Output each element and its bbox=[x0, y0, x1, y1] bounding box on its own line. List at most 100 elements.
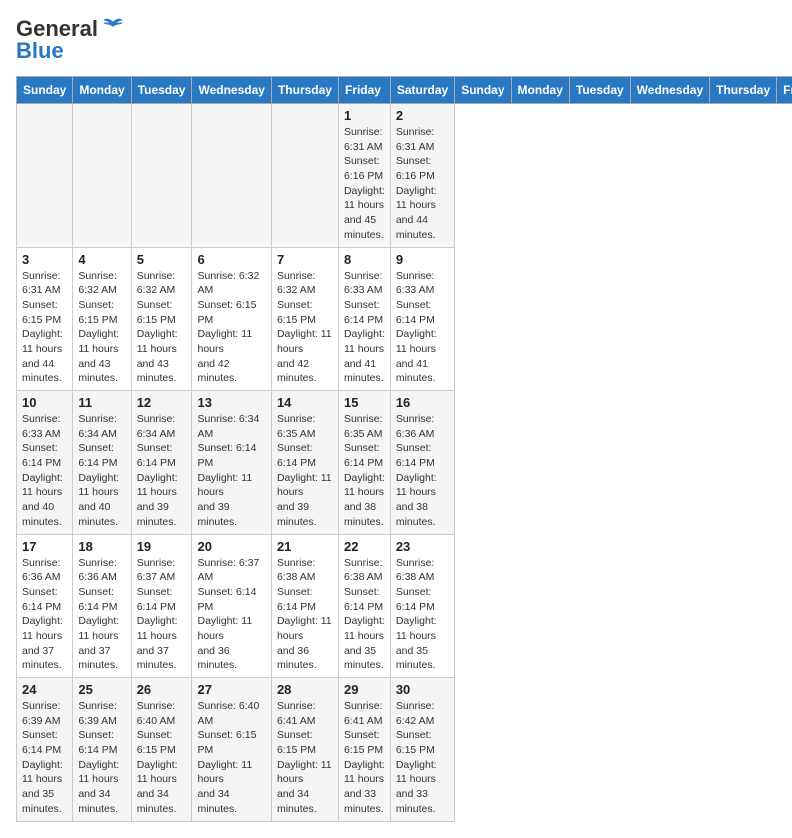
day-info: Sunrise: 6:31 AMSunset: 6:15 PMDaylight:… bbox=[22, 269, 67, 387]
day-info: Sunrise: 6:39 AMSunset: 6:14 PMDaylight:… bbox=[22, 699, 67, 817]
day-info: Sunrise: 6:32 AMSunset: 6:15 PMDaylight:… bbox=[197, 269, 265, 387]
col-header-thursday: Thursday bbox=[271, 77, 338, 104]
day-info: Sunrise: 6:34 AMSunset: 6:14 PMDaylight:… bbox=[197, 412, 265, 530]
day-number: 4 bbox=[78, 252, 125, 267]
day-info: Sunrise: 6:41 AMSunset: 6:15 PMDaylight:… bbox=[344, 699, 385, 817]
calendar-cell bbox=[131, 104, 192, 248]
calendar-cell: 24 Sunrise: 6:39 AMSunset: 6:14 PMDayligh… bbox=[17, 678, 73, 822]
calendar-cell: 9 Sunrise: 6:33 AMSunset: 6:14 PMDaylight… bbox=[390, 247, 454, 391]
day-number: 24 bbox=[22, 682, 67, 697]
calendar-cell: 30Sunrise: 6:42 AMSunset: 6:15 PMDayligh… bbox=[390, 678, 454, 822]
page-header: General Blue bbox=[16, 16, 776, 64]
col-header-thursday: Thursday bbox=[710, 77, 777, 104]
col-header-monday: Monday bbox=[511, 77, 569, 104]
day-info: Sunrise: 6:38 AMSunset: 6:14 PMDaylight:… bbox=[396, 556, 449, 674]
calendar-cell: 6 Sunrise: 6:32 AMSunset: 6:15 PMDaylight… bbox=[192, 247, 271, 391]
calendar-cell: 22 Sunrise: 6:38 AMSunset: 6:14 PMDayligh… bbox=[338, 534, 390, 678]
day-info: Sunrise: 6:34 AMSunset: 6:14 PMDaylight:… bbox=[78, 412, 125, 530]
calendar-cell: 1Sunrise: 6:31 AMSunset: 6:16 PMDaylight… bbox=[338, 104, 390, 248]
calendar-cell bbox=[271, 104, 338, 248]
logo-bird-icon bbox=[102, 16, 124, 38]
calendar-cell: 8 Sunrise: 6:33 AMSunset: 6:14 PMDaylight… bbox=[338, 247, 390, 391]
day-number: 6 bbox=[197, 252, 265, 267]
calendar-cell: 11Sunrise: 6:34 AMSunset: 6:14 PMDayligh… bbox=[73, 391, 131, 535]
calendar-cell: 10 Sunrise: 6:33 AMSunset: 6:14 PMDayligh… bbox=[17, 391, 73, 535]
calendar-table: SundayMondayTuesdayWednesdayThursdayFrid… bbox=[16, 76, 792, 822]
day-info: Sunrise: 6:33 AMSunset: 6:14 PMDaylight:… bbox=[22, 412, 67, 530]
calendar-cell: 25Sunrise: 6:39 AMSunset: 6:14 PMDayligh… bbox=[73, 678, 131, 822]
day-number: 7 bbox=[277, 252, 333, 267]
col-header-wednesday: Wednesday bbox=[192, 77, 271, 104]
day-number: 29 bbox=[344, 682, 385, 697]
logo-blue-text: Blue bbox=[16, 38, 64, 64]
day-number: 16 bbox=[396, 395, 449, 410]
calendar-cell bbox=[73, 104, 131, 248]
day-number: 21 bbox=[277, 539, 333, 554]
day-number: 17 bbox=[22, 539, 67, 554]
day-info: Sunrise: 6:41 AMSunset: 6:15 PMDaylight:… bbox=[277, 699, 333, 817]
calendar-cell: 2 Sunrise: 6:31 AMSunset: 6:16 PMDaylight… bbox=[390, 104, 454, 248]
day-info: Sunrise: 6:36 AMSunset: 6:14 PMDaylight:… bbox=[78, 556, 125, 674]
col-header-tuesday: Tuesday bbox=[131, 77, 192, 104]
day-info: Sunrise: 6:35 AMSunset: 6:14 PMDaylight:… bbox=[344, 412, 385, 530]
day-number: 18 bbox=[78, 539, 125, 554]
calendar-cell: 29 Sunrise: 6:41 AMSunset: 6:15 PMDayligh… bbox=[338, 678, 390, 822]
day-number: 26 bbox=[137, 682, 187, 697]
calendar-cell bbox=[17, 104, 73, 248]
col-header-tuesday: Tuesday bbox=[569, 77, 630, 104]
calendar-week-row: 10 Sunrise: 6:33 AMSunset: 6:14 PMDayligh… bbox=[17, 391, 792, 535]
col-header-sunday: Sunday bbox=[455, 77, 511, 104]
day-number: 25 bbox=[78, 682, 125, 697]
day-number: 9 bbox=[396, 252, 449, 267]
day-info: Sunrise: 6:31 AMSunset: 6:16 PMDaylight:… bbox=[396, 125, 449, 243]
calendar-cell: 23Sunrise: 6:38 AMSunset: 6:14 PMDayligh… bbox=[390, 534, 454, 678]
col-header-friday: Friday bbox=[777, 77, 792, 104]
calendar-week-row: 1Sunrise: 6:31 AMSunset: 6:16 PMDaylight… bbox=[17, 104, 792, 248]
col-header-monday: Monday bbox=[73, 77, 131, 104]
day-info: Sunrise: 6:32 AMSunset: 6:15 PMDaylight:… bbox=[78, 269, 125, 387]
calendar-cell: 21Sunrise: 6:38 AMSunset: 6:14 PMDayligh… bbox=[271, 534, 338, 678]
day-info: Sunrise: 6:37 AMSunset: 6:14 PMDaylight:… bbox=[197, 556, 265, 674]
calendar-week-row: 3 Sunrise: 6:31 AMSunset: 6:15 PMDaylight… bbox=[17, 247, 792, 391]
calendar-cell: 13 Sunrise: 6:34 AMSunset: 6:14 PMDayligh… bbox=[192, 391, 271, 535]
day-number: 3 bbox=[22, 252, 67, 267]
day-number: 27 bbox=[197, 682, 265, 697]
calendar-cell: 28 Sunrise: 6:41 AMSunset: 6:15 PMDayligh… bbox=[271, 678, 338, 822]
day-info: Sunrise: 6:33 AMSunset: 6:14 PMDaylight:… bbox=[396, 269, 449, 387]
calendar-cell: 18 Sunrise: 6:36 AMSunset: 6:14 PMDayligh… bbox=[73, 534, 131, 678]
calendar-cell: 5Sunrise: 6:32 AMSunset: 6:15 PMDaylight… bbox=[131, 247, 192, 391]
day-info: Sunrise: 6:35 AMSunset: 6:14 PMDaylight:… bbox=[277, 412, 333, 530]
day-info: Sunrise: 6:32 AMSunset: 6:15 PMDaylight:… bbox=[137, 269, 187, 387]
col-header-saturday: Saturday bbox=[390, 77, 454, 104]
day-info: Sunrise: 6:31 AMSunset: 6:16 PMDaylight:… bbox=[344, 125, 385, 243]
calendar-cell: 27 Sunrise: 6:40 AMSunset: 6:15 PMDayligh… bbox=[192, 678, 271, 822]
day-info: Sunrise: 6:37 AMSunset: 6:14 PMDaylight:… bbox=[137, 556, 187, 674]
day-info: Sunrise: 6:40 AMSunset: 6:15 PMDaylight:… bbox=[137, 699, 187, 817]
calendar-cell: 3 Sunrise: 6:31 AMSunset: 6:15 PMDaylight… bbox=[17, 247, 73, 391]
day-number: 19 bbox=[137, 539, 187, 554]
day-number: 28 bbox=[277, 682, 333, 697]
calendar-cell bbox=[192, 104, 271, 248]
calendar-week-row: 17 Sunrise: 6:36 AMSunset: 6:14 PMDayligh… bbox=[17, 534, 792, 678]
day-number: 15 bbox=[344, 395, 385, 410]
logo: General Blue bbox=[16, 16, 124, 64]
day-number: 13 bbox=[197, 395, 265, 410]
day-number: 10 bbox=[22, 395, 67, 410]
calendar-cell: 20 Sunrise: 6:37 AMSunset: 6:14 PMDayligh… bbox=[192, 534, 271, 678]
calendar-cell: 14Sunrise: 6:35 AMSunset: 6:14 PMDayligh… bbox=[271, 391, 338, 535]
col-header-wednesday: Wednesday bbox=[630, 77, 709, 104]
day-info: Sunrise: 6:33 AMSunset: 6:14 PMDaylight:… bbox=[344, 269, 385, 387]
day-info: Sunrise: 6:38 AMSunset: 6:14 PMDaylight:… bbox=[344, 556, 385, 674]
calendar-cell: 17 Sunrise: 6:36 AMSunset: 6:14 PMDayligh… bbox=[17, 534, 73, 678]
day-number: 8 bbox=[344, 252, 385, 267]
calendar-cell: 19 Sunrise: 6:37 AMSunset: 6:14 PMDayligh… bbox=[131, 534, 192, 678]
day-info: Sunrise: 6:40 AMSunset: 6:15 PMDaylight:… bbox=[197, 699, 265, 817]
day-info: Sunrise: 6:42 AMSunset: 6:15 PMDaylight:… bbox=[396, 699, 449, 817]
day-info: Sunrise: 6:36 AMSunset: 6:14 PMDaylight:… bbox=[396, 412, 449, 530]
col-header-friday: Friday bbox=[338, 77, 390, 104]
day-number: 2 bbox=[396, 108, 449, 123]
day-info: Sunrise: 6:36 AMSunset: 6:14 PMDaylight:… bbox=[22, 556, 67, 674]
day-number: 22 bbox=[344, 539, 385, 554]
day-info: Sunrise: 6:34 AMSunset: 6:14 PMDaylight:… bbox=[137, 412, 187, 530]
day-number: 20 bbox=[197, 539, 265, 554]
